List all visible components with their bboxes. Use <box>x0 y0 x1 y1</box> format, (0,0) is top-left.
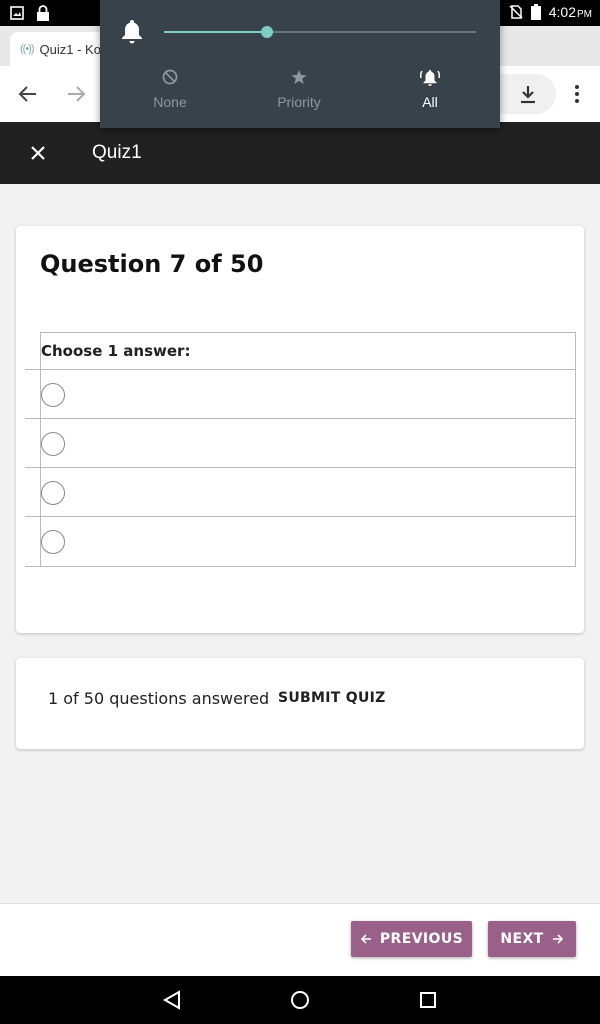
nav-back-icon <box>163 990 180 1010</box>
star-icon <box>291 70 307 84</box>
answer-prompt: Choose 1 answer: <box>41 333 575 370</box>
app-title: Quiz1 <box>92 142 142 163</box>
answer-option-4[interactable] <box>25 516 575 567</box>
answer-option-3[interactable] <box>25 467 575 517</box>
answered-count: 1 of 50 questions answered <box>48 689 270 708</box>
bell-ring-icon <box>419 70 441 86</box>
more-vert-icon <box>575 85 579 103</box>
close-icon <box>31 146 45 160</box>
mode-all[interactable]: All <box>385 66 475 110</box>
close-button[interactable] <box>22 137 54 169</box>
arrow-right-icon <box>552 934 563 944</box>
volume-slider-fill <box>164 31 267 33</box>
next-button[interactable]: NEXT <box>488 921 576 957</box>
status-time: 4:02PM <box>548 4 592 20</box>
radio-button[interactable] <box>41 432 65 456</box>
answer-options: Choose 1 answer: <box>25 332 576 567</box>
image-notification-icon <box>10 6 24 20</box>
arrow-left-icon <box>360 934 371 944</box>
radio-button[interactable] <box>41 383 65 407</box>
mode-all-label: All <box>422 94 438 110</box>
question-title: Question 7 of 50 <box>40 250 264 278</box>
lock-icon <box>37 5 49 21</box>
bell-icon <box>122 20 142 44</box>
nav-home-button[interactable] <box>288 988 312 1012</box>
download-icon <box>521 86 535 104</box>
arrow-left-icon <box>18 86 36 102</box>
radio-button[interactable] <box>41 530 65 554</box>
quiz-summary-card: 1 of 50 questions answered SUBMIT QUIZ <box>16 658 584 749</box>
nav-back-button[interactable] <box>160 988 184 1012</box>
mode-priority-label: Priority <box>277 94 321 110</box>
radio-button[interactable] <box>41 481 65 505</box>
no-sim-icon <box>509 5 523 19</box>
block-icon <box>162 69 178 85</box>
arrow-right-icon <box>68 86 86 102</box>
volume-slider-thumb[interactable] <box>260 26 273 38</box>
quiz-navigation-bar: PREVIOUS NEXT <box>0 903 600 976</box>
battery-icon <box>530 4 541 20</box>
question-card: Question 7 of 50 Choose 1 answer: <box>16 226 584 633</box>
app-bar: Quiz1 <box>0 122 600 184</box>
mode-priority[interactable]: Priority <box>254 66 344 110</box>
answer-option-1[interactable] <box>25 369 575 419</box>
mode-none-label: None <box>153 94 187 110</box>
menu-button[interactable] <box>561 78 593 110</box>
volume-slider[interactable] <box>164 26 476 38</box>
previous-button[interactable]: PREVIOUS <box>351 921 472 957</box>
nav-recents-icon <box>420 992 436 1008</box>
nav-home-icon <box>291 991 309 1009</box>
next-label: NEXT <box>500 931 544 947</box>
android-nav-bar <box>0 976 600 1024</box>
previous-label: PREVIOUS <box>379 931 464 947</box>
volume-panel: None Priority All <box>100 0 500 128</box>
submit-quiz-button[interactable]: SUBMIT QUIZ <box>278 690 386 706</box>
answer-option-2[interactable] <box>25 418 575 468</box>
nav-recents-button[interactable] <box>416 988 440 1012</box>
tab-favicon-icon: ((•)) <box>20 43 34 55</box>
forward-button[interactable] <box>60 78 92 110</box>
tab-title: Quiz1 - Ko <box>39 41 101 57</box>
mode-none[interactable]: None <box>125 66 215 110</box>
download-button[interactable] <box>512 78 544 110</box>
back-button[interactable] <box>12 78 44 110</box>
